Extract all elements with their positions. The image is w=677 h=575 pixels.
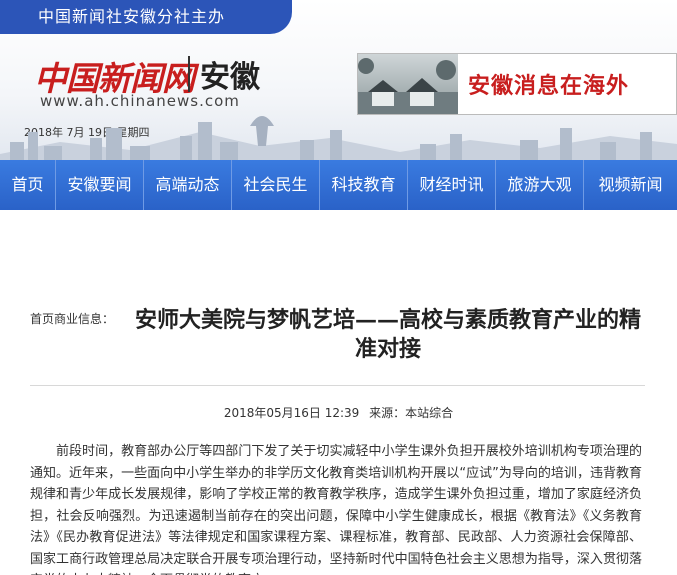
- nav-item-video[interactable]: 视频新闻: [584, 160, 677, 210]
- nav-item-society[interactable]: 社会民生: [232, 160, 320, 210]
- nav-item-finance[interactable]: 财经时讯: [408, 160, 496, 210]
- nav-item-travel[interactable]: 旅游大观: [496, 160, 584, 210]
- title-divider: [30, 385, 645, 386]
- main-nav: 首页 安徽要闻 高端动态 社会民生 科技教育 财经时讯 旅游大观 视频新闻: [0, 160, 677, 210]
- article-meta: 2018年05月16日 12:39 来源：本站综合: [0, 404, 677, 421]
- banner-image: [358, 54, 458, 114]
- article-body: 前段时间，教育部办公厅等四部门下发了关于切实减轻中小学生课外负担开展校外培训机构…: [30, 444, 642, 575]
- nav-item-sci-edu[interactable]: 科技教育: [320, 160, 408, 210]
- article-source: 来源：本站综合: [369, 406, 454, 420]
- publish-date: 2018年05月16日 12:39: [223, 406, 360, 420]
- article-title: 安师大美院与梦帆艺培——高校与素质教育产业的精准对接: [134, 307, 641, 362]
- banner-title: 安徽消息在海外: [468, 74, 630, 99]
- nav-item-home[interactable]: 首页: [0, 160, 56, 210]
- breadcrumb[interactable]: 首页商业信息：: [30, 310, 114, 327]
- nav-item-high-level[interactable]: 高端动态: [144, 160, 232, 210]
- logo-divider: [188, 56, 190, 92]
- site-header: 中国新闻社安徽分社主办 中国新闻网 安徽 www.ah.chinanews.co…: [0, 0, 677, 172]
- nav-item-anhui-news[interactable]: 安徽要闻: [56, 160, 144, 210]
- banner-ad[interactable]: 安徽消息在海外: [357, 53, 677, 115]
- sponsor-tab: 中国新闻社安徽分社主办: [0, 0, 292, 34]
- region-name: 安徽: [200, 60, 260, 95]
